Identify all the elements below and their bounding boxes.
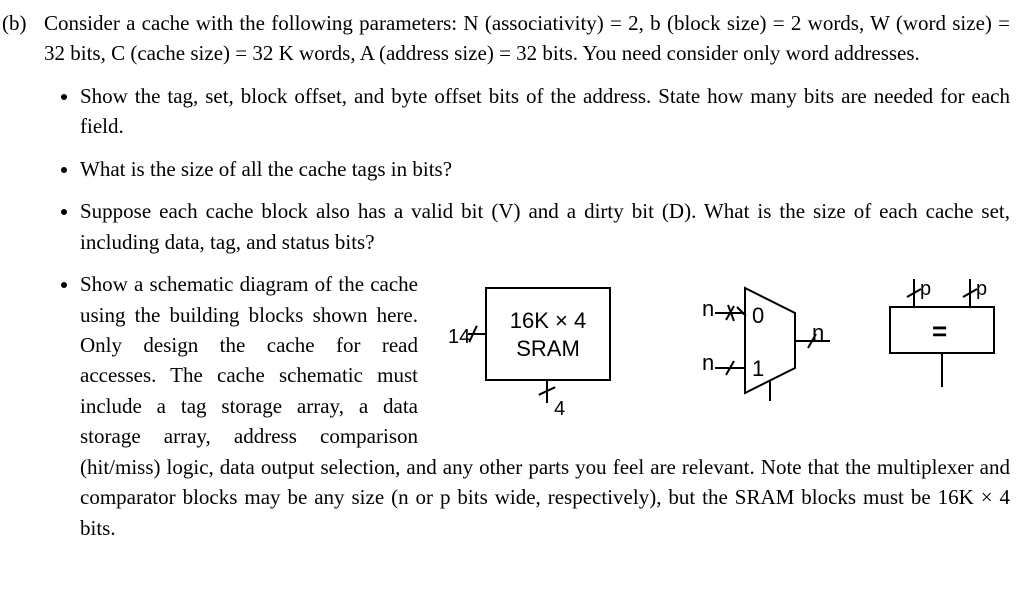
- mux-bus-n-bot: n: [702, 347, 714, 379]
- sram-size: 16K × 4: [487, 307, 609, 335]
- mux-bus-n-top: n: [702, 293, 714, 325]
- mux-block: n n 0 1 n: [700, 283, 860, 403]
- mux-bus-n-out: n: [812, 317, 824, 349]
- part-label: (b): [0, 8, 44, 69]
- question-4: 14 16K × 4 SRAM 4: [80, 269, 1010, 543]
- problem-intro: (b) Consider a cache with the following …: [0, 8, 1010, 69]
- sram-label: SRAM: [487, 335, 609, 363]
- cmp-equals: =: [932, 313, 947, 351]
- mux-in1: 1: [752, 353, 764, 385]
- building-blocks-figure: 14 16K × 4 SRAM 4: [440, 275, 1010, 435]
- sram-block: 16K × 4 SRAM: [485, 287, 611, 381]
- cmp-bus-p-right: p: [976, 275, 987, 304]
- intro-text: Consider a cache with the following para…: [44, 8, 1010, 69]
- mux-in0: 0: [752, 300, 764, 332]
- question-list: Show the tag, set, block offset, and byt…: [0, 81, 1010, 543]
- question-3: Suppose each cache block also has a vali…: [80, 196, 1010, 257]
- cmp-bus-p-left: p: [920, 275, 931, 304]
- comparator-block: p p =: [880, 277, 1008, 407]
- sram-out-bits: 4: [554, 395, 565, 424]
- sram-addr-bits: 14: [448, 323, 470, 352]
- question-2: What is the size of all the cache tags i…: [80, 154, 1010, 184]
- question-1: Show the tag, set, block offset, and byt…: [80, 81, 1010, 142]
